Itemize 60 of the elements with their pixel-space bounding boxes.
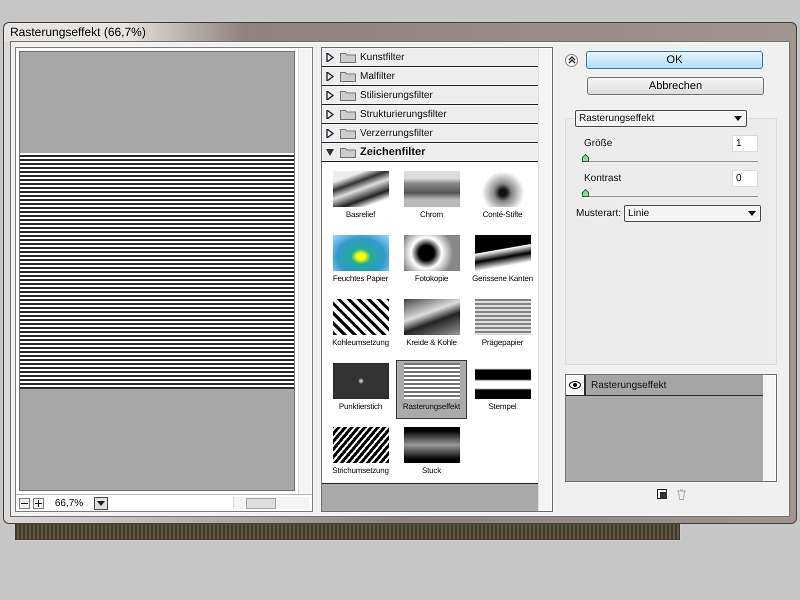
caret-icon bbox=[734, 116, 742, 121]
filter-category[interactable]: Kunstfilter bbox=[322, 48, 538, 67]
filter-category[interactable]: Verzerrungsfilter bbox=[322, 124, 538, 143]
filter-thumbnail[interactable]: Strichumsetzung bbox=[325, 424, 396, 483]
horizontal-scrollbar[interactable] bbox=[233, 497, 309, 509]
filter-thumbnail[interactable]: Feuchtes Papier bbox=[325, 232, 396, 291]
zoom-in-button[interactable] bbox=[33, 498, 44, 508]
filter-thumbnail[interactable]: Rasterungseffekt bbox=[396, 360, 467, 419]
filter-thumbnail[interactable]: Gerissene Kanten bbox=[467, 232, 538, 291]
slider-label: Größe bbox=[584, 138, 612, 149]
folder-icon bbox=[340, 108, 356, 120]
effect-dropdown[interactable]: Rasterungseffekt bbox=[575, 110, 747, 127]
collapse-icon[interactable] bbox=[565, 54, 578, 66]
slider-thumb[interactable] bbox=[582, 189, 589, 197]
filter-thumbnail[interactable]: Basrelief bbox=[325, 168, 396, 227]
effect-layer-row[interactable]: Rasterungseffekt bbox=[566, 375, 763, 396]
folder-icon bbox=[340, 146, 356, 158]
expand-triangle-icon bbox=[326, 128, 334, 138]
filter-thumbnail[interactable]: Fotokopie bbox=[396, 232, 467, 291]
zoom-field[interactable]: 66,7% bbox=[47, 498, 91, 508]
filter-category[interactable]: Malfilter bbox=[322, 67, 538, 86]
filter-category[interactable]: Stilisierungsfilter bbox=[322, 86, 538, 105]
filter-thumbnail[interactable]: Prägepapier bbox=[467, 296, 538, 355]
value-field[interactable]: 0 bbox=[732, 170, 758, 187]
expand-triangle-icon bbox=[326, 148, 334, 156]
pattern-dropdown[interactable]: Linie bbox=[624, 205, 761, 222]
filter-thumbnail[interactable]: Conté-Stifte bbox=[467, 168, 538, 227]
slider-label: Kontrast bbox=[584, 173, 622, 184]
expand-triangle-icon bbox=[326, 90, 334, 100]
value-field[interactable]: 1 bbox=[732, 135, 758, 152]
filter-thumbnail[interactable]: Stuck bbox=[396, 424, 467, 483]
caret-icon bbox=[97, 500, 105, 506]
vertical-scrollbar[interactable] bbox=[298, 48, 312, 494]
new-layer-icon[interactable] bbox=[656, 489, 666, 499]
folder-icon bbox=[340, 70, 356, 82]
expand-triangle-icon bbox=[326, 72, 334, 80]
folder-icon bbox=[340, 52, 356, 62]
eye-icon[interactable] bbox=[569, 381, 581, 389]
filter-thumbnail[interactable]: Stempel bbox=[467, 360, 538, 419]
slider-thumb[interactable] bbox=[582, 154, 589, 162]
folder-icon bbox=[340, 128, 356, 138]
caret-icon bbox=[748, 211, 756, 216]
filter-category[interactable]: Strukturierungsfilter bbox=[322, 105, 538, 124]
window-title: Rasterungseffekt (66,7%) bbox=[10, 25, 146, 39]
zoom-dropdown-button[interactable] bbox=[94, 496, 108, 510]
cancel-button[interactable]: Abbrechen bbox=[587, 77, 764, 95]
filter-thumbnail[interactable]: Kreide & Kohle bbox=[396, 296, 467, 355]
ok-button[interactable]: OK bbox=[586, 51, 763, 69]
filter-thumbnail[interactable]: Kohleumsetzung bbox=[325, 296, 396, 355]
pattern-label: Musterart: bbox=[576, 208, 622, 219]
zoom-out-button[interactable] bbox=[19, 498, 30, 508]
filter-thumbnail[interactable]: Chrom bbox=[396, 168, 467, 227]
vertical-scrollbar[interactable] bbox=[538, 48, 552, 511]
expand-triangle-icon bbox=[326, 110, 334, 118]
vertical-scrollbar[interactable] bbox=[763, 375, 776, 481]
filter-thumbnail[interactable]: Punktierstich bbox=[325, 360, 396, 419]
plus-icon bbox=[35, 500, 42, 506]
filter-category[interactable]: Zeichenfilter bbox=[322, 143, 538, 162]
expand-triangle-icon bbox=[326, 52, 334, 62]
folder-icon bbox=[340, 90, 356, 100]
